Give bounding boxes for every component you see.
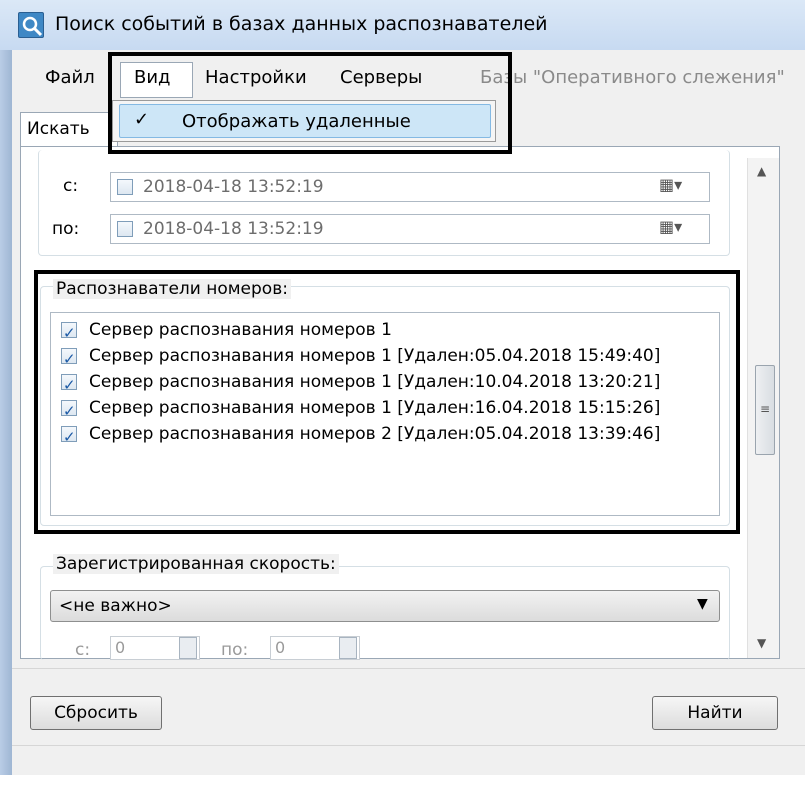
highlight-frame-recognizers (34, 270, 740, 534)
menu-operational-db[interactable]: Базы "Оперативного слежения" (480, 67, 785, 88)
date-from-checkbox[interactable] (117, 179, 133, 195)
speed-from-value: 0 (115, 638, 126, 657)
speed-title: Зарегистрированная скорость: (53, 554, 339, 574)
date-to-label: по: (52, 219, 80, 239)
scroll-down-icon[interactable]: ▼ (757, 636, 766, 650)
date-to-field[interactable]: 2018-04-18 13:52:19 ▦▾ (110, 214, 710, 244)
speed-from-input[interactable]: 0 (110, 636, 200, 660)
date-from-value: 2018-04-18 13:52:19 (143, 177, 324, 197)
calendar-icon[interactable]: ▦▾ (659, 175, 682, 194)
scrollbar-thumb[interactable]: ≡ (755, 365, 775, 455)
dropdown-arrow-icon: ▼ (697, 596, 708, 612)
vertical-scrollbar[interactable]: ▲ ≡ ▼ (747, 158, 779, 658)
find-button[interactable]: Найти (652, 696, 778, 730)
grip-icon: ≡ (760, 402, 771, 416)
window-left-border (0, 50, 12, 785)
status-bar (12, 745, 805, 775)
separator (12, 668, 805, 669)
highlight-frame-view-menu (108, 52, 512, 154)
bottom-margin (0, 775, 805, 785)
speed-select[interactable]: <не важно> ▼ (50, 590, 720, 622)
menu-file[interactable]: Файл (45, 67, 95, 88)
reset-button[interactable]: Сбросить (30, 696, 162, 730)
search-icon (18, 12, 44, 38)
calendar-icon[interactable]: ▦▾ (659, 217, 682, 236)
scroll-up-icon[interactable]: ▲ (757, 164, 766, 178)
date-from-field[interactable]: 2018-04-18 13:52:19 ▦▾ (110, 172, 710, 202)
date-to-checkbox[interactable] (117, 221, 133, 237)
tab-search[interactable]: Искать (20, 112, 118, 147)
spin-up-icon[interactable] (339, 637, 357, 659)
speed-to-value: 0 (275, 638, 286, 657)
date-from-label: с: (63, 176, 79, 196)
speed-to-input[interactable]: 0 (270, 636, 360, 660)
date-to-value: 2018-04-18 13:52:19 (143, 219, 324, 239)
tab-search-label: Искать (27, 119, 90, 139)
speed-to-label: по: (221, 640, 249, 660)
spin-up-icon[interactable] (179, 637, 197, 659)
window-title: Поиск событий в базах данных распознават… (55, 13, 548, 35)
speed-select-value: <не важно> (59, 596, 172, 616)
speed-from-label: с: (75, 640, 91, 660)
